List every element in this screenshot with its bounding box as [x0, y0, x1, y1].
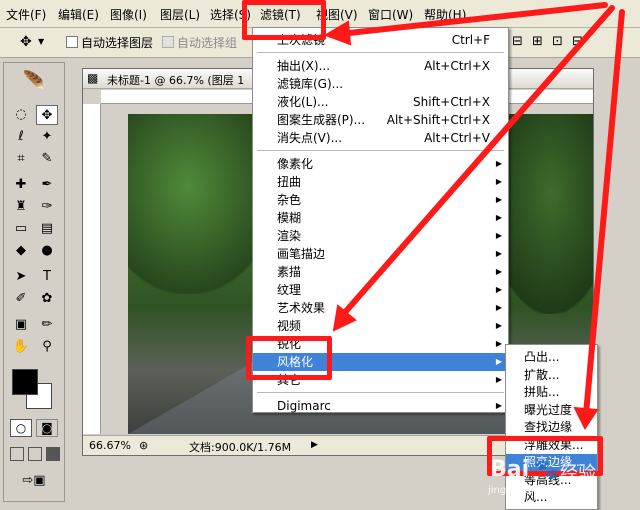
paw-logo-icon: 🐾: [534, 457, 559, 481]
arrow-head-icon: [573, 406, 599, 430]
arrow-to-submenu: [583, 9, 625, 417]
watermark-brand: Bai: [490, 457, 530, 482]
watermark-url: jingyan.baidu.com: [488, 485, 581, 496]
watermark-suffix: 经验: [560, 463, 596, 484]
arrow-head-icon: [323, 20, 352, 46]
arrow-to-filter-menu: [337, 2, 608, 37]
annotation-arrows: [323, 2, 625, 430]
arrow-to-stylize: [337, 5, 615, 321]
baidu-watermark: Bai 🐾 经验 jingyan.baidu.com: [488, 455, 638, 505]
foreground-color-swatch[interactable]: [12, 369, 38, 395]
